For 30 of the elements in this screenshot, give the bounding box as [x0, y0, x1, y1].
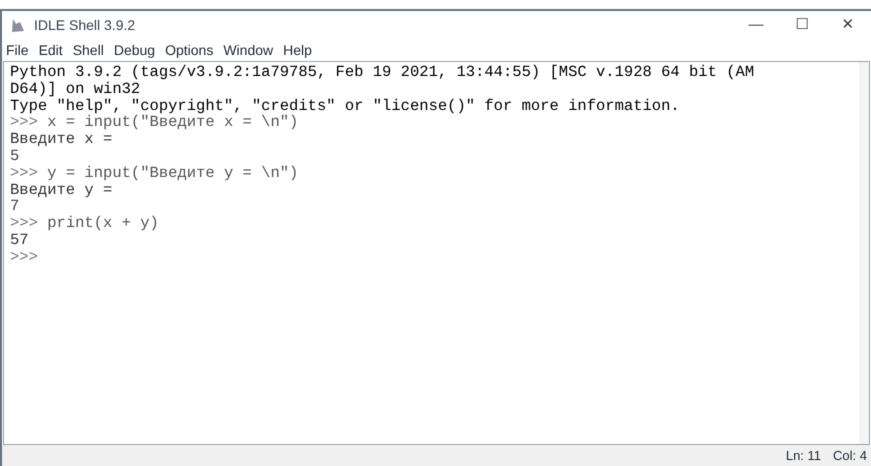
menu-item[interactable]: Help: [283, 40, 312, 60]
menu-item[interactable]: Options: [165, 40, 214, 60]
output-line: Введите x =: [10, 130, 112, 148]
line-number-status: Ln: 11: [786, 446, 822, 465]
input-line: 7: [10, 197, 20, 216]
prompt: >>>: [10, 248, 38, 266]
minimize-button[interactable]: —: [733, 10, 779, 40]
output-line: Python 3.9.2 (tags/v3.9.2:1a79785, Feb 19 2021, 13:44:55) [MSC v.1928 64 bit (AM: [10, 63, 754, 81]
prompt: >>>: [10, 164, 38, 182]
code-line: x = input("Введите x = \n"): [47, 113, 298, 132]
shell-text-area[interactable]: [3, 61, 870, 445]
code-line: y = input("Введите y = \n"): [47, 164, 298, 182]
output-line: Type "help", "copyright", "credits" or "license()" for more information.: [10, 96, 680, 115]
close-button[interactable]: ✕: [825, 10, 871, 40]
menu-item[interactable]: Edit: [38, 40, 63, 60]
prompt: >>>: [10, 113, 38, 132]
input-line: 5: [10, 146, 20, 165]
prompt: >>>: [10, 214, 38, 232]
maximize-button[interactable]: ☐: [779, 10, 825, 40]
column-number-status: Col: 4: [833, 446, 867, 465]
menu-item[interactable]: Shell: [72, 40, 104, 60]
code-line: print(x + y): [47, 214, 159, 232]
menu-item[interactable]: File: [6, 40, 29, 60]
menu-item[interactable]: Window: [223, 40, 274, 60]
output-line: 57: [10, 230, 29, 249]
vertical-scrollbar[interactable]: [859, 62, 869, 444]
menu-item[interactable]: Debug: [114, 40, 156, 60]
output-line: D64)] on win32: [10, 80, 140, 98]
output-line: Введите y =: [10, 180, 112, 199]
window-title: IDLE Shell 3.9.2: [34, 16, 136, 34]
